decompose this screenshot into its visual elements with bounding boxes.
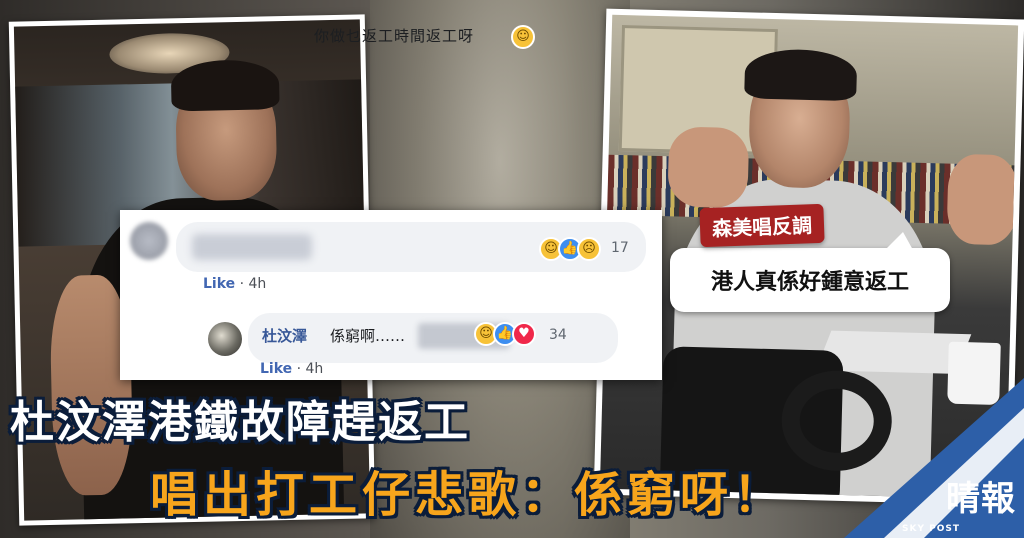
bubble-tail xyxy=(885,232,913,250)
like-link[interactable]: Like xyxy=(260,361,292,377)
timestamp: 4h xyxy=(305,361,324,377)
brand-subtitle: SKY POST xyxy=(902,524,960,534)
host-hair xyxy=(744,48,858,102)
reply-meta: Like · 4h xyxy=(260,361,323,377)
quote-bubble: 港人真係好鍾意返工 xyxy=(670,232,950,312)
quote-text: 港人真係好鍾意返工 xyxy=(710,270,909,295)
reaction-count: 34 xyxy=(549,327,567,343)
blurred-avatar xyxy=(130,222,168,260)
reaction-count: 17 xyxy=(611,240,629,256)
laughing-emoji-icon: ☺ xyxy=(511,25,535,49)
sad-reaction-icon: ☹ xyxy=(577,237,601,261)
reply-author[interactable]: 杜汶澤 xyxy=(262,325,307,346)
host-tag: 森美唱反調 xyxy=(699,203,825,248)
reaction-icons[interactable]: ☺ 👍 ☹ xyxy=(539,237,601,261)
avatar xyxy=(208,322,242,356)
reply-text: 係窮啊…… xyxy=(330,327,406,345)
separator: · xyxy=(296,361,306,377)
comment-text: 你做乜返工時間返工呀 xyxy=(314,27,475,45)
comment-meta: Like · 4h xyxy=(203,276,266,292)
headline-line-2: 唱出打工仔悲歌：係窮呀！ xyxy=(150,467,787,523)
person-hair xyxy=(170,59,280,112)
separator: · xyxy=(239,276,249,292)
like-link[interactable]: Like xyxy=(203,276,235,292)
headline-line-1: 杜汶澤港鐵故障趕返工 xyxy=(10,397,470,448)
reaction-icons[interactable]: ☺ 👍 ♥ xyxy=(474,322,536,346)
brand-logo: 晴報 xyxy=(946,479,1016,519)
love-reaction-icon: ♥ xyxy=(512,322,536,346)
facebook-comment-card xyxy=(120,210,662,380)
blurred-username xyxy=(192,234,312,260)
host-right-hand xyxy=(946,153,1019,246)
timestamp: 4h xyxy=(248,276,267,292)
host-left-hand xyxy=(667,126,750,209)
